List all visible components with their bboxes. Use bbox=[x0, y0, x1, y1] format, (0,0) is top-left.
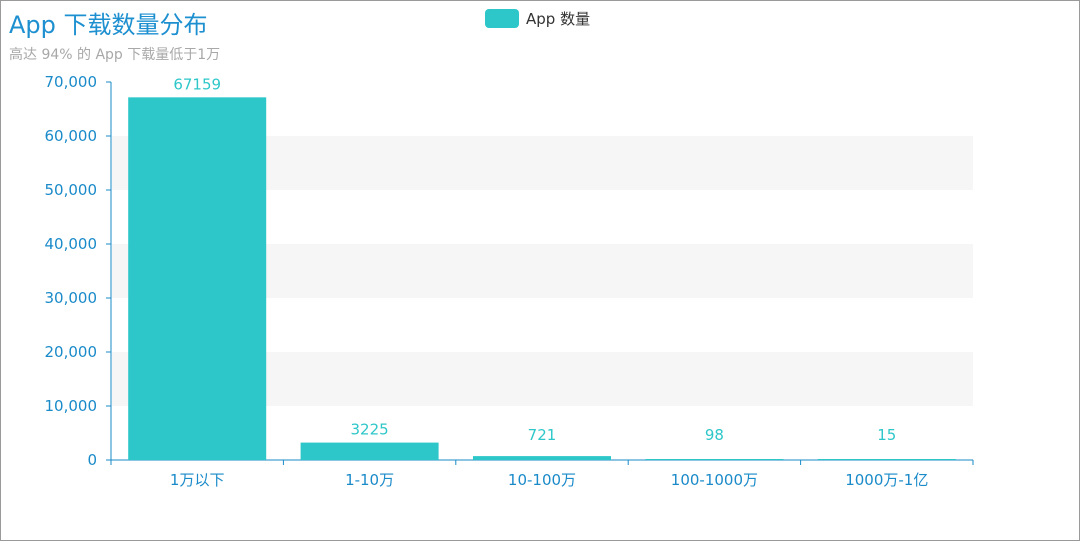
y-tick-label: 60,000 bbox=[45, 127, 98, 145]
y-tick-label: 10,000 bbox=[45, 397, 98, 415]
data-label: 3225 bbox=[351, 421, 389, 439]
data-label: 15 bbox=[877, 426, 896, 444]
bar bbox=[645, 459, 784, 460]
bar bbox=[817, 459, 956, 460]
x-tick-label: 100-1000万 bbox=[671, 471, 758, 489]
data-label: 67159 bbox=[173, 75, 221, 93]
bar-chart: 0 10,000 20,000 30,000 40,000 50,000 60,000 70,… bbox=[45, 73, 974, 489]
y-tick-label: 50,000 bbox=[45, 181, 98, 199]
bar bbox=[128, 97, 267, 460]
bar bbox=[473, 456, 611, 460]
x-tick-label: 1万以下 bbox=[170, 471, 225, 489]
bar bbox=[300, 442, 439, 460]
chart-frame: App 下载数量分布 高达 94% 的 App 下载量低于1万 App 数量 0… bbox=[0, 0, 1080, 541]
y-tick-label: 20,000 bbox=[45, 343, 98, 361]
y-tick-label: 30,000 bbox=[45, 289, 98, 307]
y-tick-label: 0 bbox=[87, 451, 97, 469]
data-label: 721 bbox=[528, 426, 557, 444]
data-label: 98 bbox=[705, 426, 724, 444]
x-tick-label: 1-10万 bbox=[345, 471, 394, 489]
x-tick-label: 10-100万 bbox=[508, 471, 576, 489]
y-tick-label: 40,000 bbox=[45, 235, 98, 253]
x-tick-label: 1000万-1亿 bbox=[845, 471, 928, 489]
y-tick-label: 70,000 bbox=[45, 73, 98, 91]
